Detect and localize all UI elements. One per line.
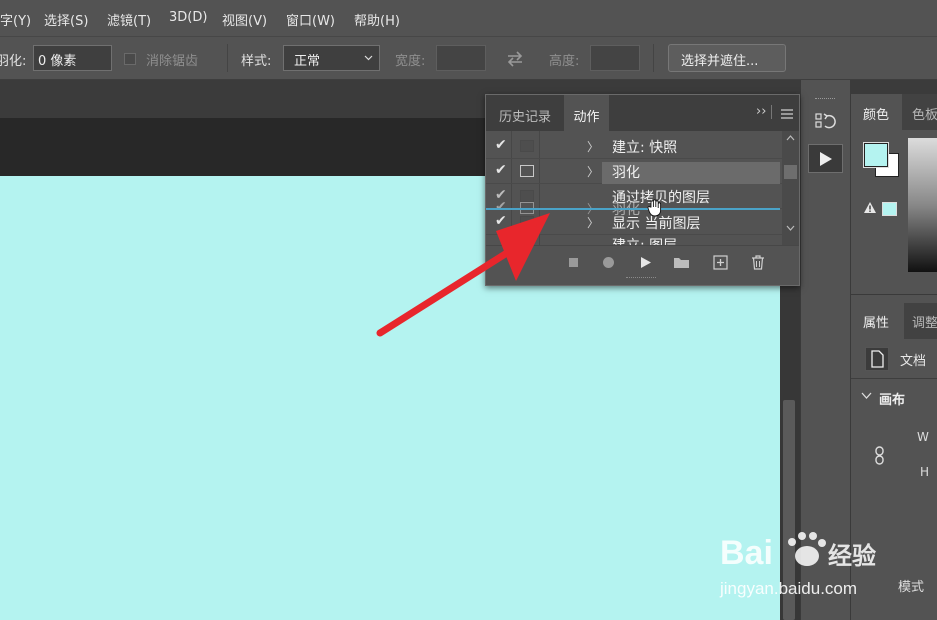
tab-properties-label: 属性 [863, 316, 890, 331]
resize-grip-icon[interactable] [626, 277, 656, 280]
mode-label: 模式 [898, 580, 925, 595]
height-label: 高度: [549, 54, 580, 69]
feather-label: 羽化: [0, 54, 27, 69]
style-label: 样式: [241, 54, 272, 69]
menu-3d[interactable]: 3D(D) [169, 10, 207, 25]
height-input[interactable] [590, 45, 640, 71]
stop-icon[interactable] [569, 258, 578, 267]
play-icon[interactable] [640, 256, 652, 269]
action-row[interactable]: ✔ 〉 羽化 [486, 159, 782, 184]
action-name: 显示 当前图层 [612, 216, 701, 232]
link-icon[interactable] [874, 446, 886, 466]
tab-swatches[interactable]: 色板 [912, 104, 937, 123]
menu-filter[interactable]: 滤镜(T) [107, 10, 151, 29]
width-field-label: W [917, 430, 929, 444]
height-field-label: H [920, 465, 930, 479]
chevron-right-icon[interactable]: 〉 [587, 214, 599, 231]
select-and-mask-button[interactable]: 选择并遮住... [668, 44, 786, 72]
chevron-right-icon[interactable]: 〉 [587, 138, 599, 155]
divider [851, 294, 937, 295]
divider [771, 105, 772, 119]
style-select[interactable]: 正常 [283, 45, 380, 71]
baidu-jingyan-watermark: Bai 经验 jingyan.baidu.com [718, 518, 888, 602]
svg-text:经验: 经验 [828, 542, 876, 570]
action-name: 建立: 快照 [612, 140, 678, 156]
tab-actions[interactable]: 动作 [564, 95, 609, 131]
svg-text:jingyan.baidu.com: jingyan.baidu.com [719, 579, 857, 598]
divider [851, 378, 937, 379]
panel-collapse-icon[interactable]: ›› [756, 104, 766, 119]
document-label: 文档 [900, 354, 927, 369]
antialias-label: 消除锯齿 [146, 54, 199, 69]
menu-bar: 字(Y) 选择(S) 滤镜(T) 3D(D) 视图(V) 窗口(W) 帮助(H) [0, 0, 937, 36]
width-input[interactable] [436, 45, 486, 71]
grip-icon[interactable] [815, 98, 835, 101]
menu-help[interactable]: 帮助(H) [354, 10, 400, 29]
style-select-value: 正常 [294, 54, 321, 69]
foreground-swatch[interactable] [863, 142, 889, 168]
folder-icon[interactable] [673, 256, 690, 269]
chevron-right-icon[interactable]: 〉 [587, 163, 599, 180]
chevron-down-icon [364, 55, 373, 61]
check-icon[interactable]: ✔ [495, 137, 507, 153]
baidu-logo-icon: Bai 经验 jingyan.baidu.com [719, 532, 876, 598]
check-icon[interactable]: ✔ [495, 162, 507, 178]
options-bar: 羽化: 0 像素 消除锯齿 样式: 正常 宽度: 高度: 选择并遮住... [0, 36, 937, 80]
feather-input[interactable]: 0 像素 [33, 45, 112, 71]
menu-select[interactable]: 选择(S) [44, 10, 88, 29]
chevron-down-icon[interactable] [861, 392, 872, 400]
action-name: 羽化 [602, 162, 780, 184]
swap-icon[interactable] [506, 51, 524, 67]
tab-adjustments[interactable]: 调整 [912, 312, 937, 331]
dialog-toggle-icon[interactable] [520, 165, 534, 177]
action-row[interactable]: ✔ 〉 建立: 快照 [486, 134, 782, 159]
menu-view[interactable]: 视图(V) [222, 10, 267, 29]
scroll-up-icon[interactable] [786, 135, 795, 141]
history-brush-icon[interactable] [814, 112, 836, 134]
hand-cursor-icon [647, 199, 662, 217]
record-icon[interactable] [603, 257, 614, 268]
dialog-toggle-icon[interactable] [520, 140, 534, 152]
actions-scrollbar[interactable] [782, 131, 799, 245]
menu-type[interactable]: 字(Y) [0, 10, 31, 29]
new-action-icon[interactable] [713, 255, 728, 270]
tab-color-label: 颜色 [863, 108, 890, 123]
width-label: 宽度: [395, 54, 426, 69]
menu-window[interactable]: 窗口(W) [286, 10, 335, 29]
scrollbar-thumb[interactable] [784, 165, 797, 179]
divider [227, 44, 228, 72]
scroll-down-icon[interactable] [786, 225, 795, 231]
annotation-arrow [376, 213, 550, 337]
canvas-section-title[interactable]: 画布 [879, 389, 905, 408]
gamut-swatch[interactable] [882, 202, 897, 216]
document-icon [865, 347, 889, 371]
warning-icon[interactable] [863, 201, 877, 214]
antialias-checkbox[interactable] [124, 53, 136, 65]
actions-panel-tabs: 历史记录 动作 ›› [486, 95, 799, 131]
tab-history[interactable]: 历史记录 [486, 95, 564, 131]
trash-icon[interactable] [751, 255, 765, 270]
play-icon [820, 152, 832, 166]
divider [653, 44, 654, 72]
actions-dock-button[interactable] [808, 144, 843, 173]
svg-text:Bai: Bai [720, 534, 773, 572]
panel-menu-icon[interactable] [781, 109, 793, 119]
color-field[interactable] [908, 138, 937, 272]
